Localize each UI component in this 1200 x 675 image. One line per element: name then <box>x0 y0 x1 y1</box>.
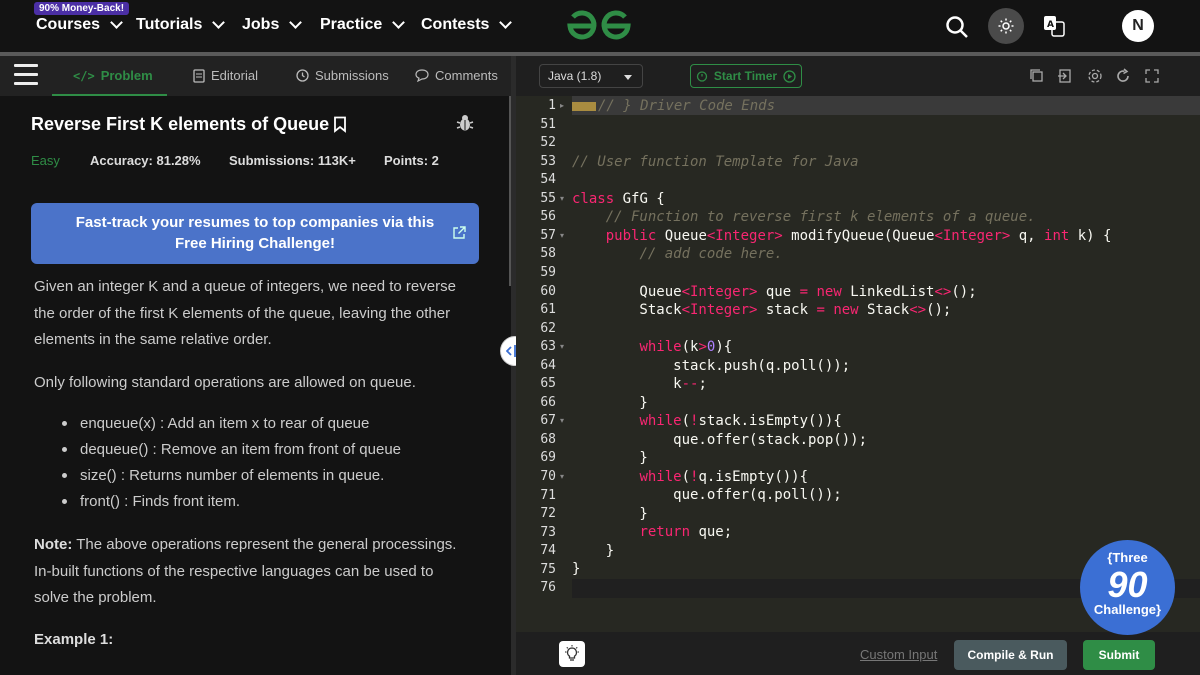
chevron-down-icon <box>499 15 513 29</box>
settings-icon[interactable] <box>1087 68 1103 84</box>
stopwatch-icon <box>696 71 708 82</box>
svg-text:A: A <box>1047 20 1054 30</box>
import-file-icon[interactable] <box>1057 68 1073 84</box>
line-number: 58 <box>540 246 556 262</box>
hint-button[interactable] <box>559 641 585 667</box>
chevron-down-icon <box>289 15 303 29</box>
top-navbar: 90% Money-Back! Courses Tutorials Jobs P… <box>0 0 1200 52</box>
fold-arrow-icon[interactable]: ▾ <box>560 416 564 425</box>
line-number: 75 <box>540 561 556 577</box>
clock-icon <box>296 69 309 82</box>
nav-jobs[interactable]: Jobs <box>242 15 303 34</box>
tab-submissions[interactable]: Submissions <box>296 68 389 83</box>
nav-tutorials[interactable]: Tutorials <box>136 15 226 34</box>
line-number: 71 <box>540 487 556 503</box>
line-number: 74 <box>540 543 556 559</box>
problem-title: Reverse First K elements of Queue <box>31 114 347 135</box>
language-select[interactable]: Java (1.8) <box>539 64 643 88</box>
bug-report-icon[interactable] <box>456 114 474 132</box>
problem-panel: </> Problem Editorial Submissions Comment… <box>0 56 511 675</box>
line-number: 65 <box>540 376 556 392</box>
list-item: dequeue() : Remove an item from front of… <box>62 441 401 458</box>
fold-arrow-icon[interactable]: ▾ <box>560 194 564 203</box>
search-icon[interactable] <box>944 14 970 40</box>
list-item: front() : Finds front item. <box>62 493 240 510</box>
chevron-down-icon <box>212 15 226 29</box>
line-number: 57 <box>540 227 556 243</box>
compile-run-button[interactable]: Compile & Run <box>954 640 1067 670</box>
fold-arrow-icon[interactable]: ▾ <box>560 472 564 481</box>
start-timer-button[interactable]: Start Timer <box>690 64 802 88</box>
line-number: 67 <box>540 413 556 429</box>
line-number: 70 <box>540 469 556 484</box>
chevron-down-icon <box>392 15 406 29</box>
list-item: size() : Returns number of elements in q… <box>62 467 384 484</box>
chevron-down-icon <box>110 15 123 29</box>
operations-intro: Only following standard operations are a… <box>34 374 416 391</box>
menu-icon[interactable] <box>14 64 38 86</box>
line-number: 54 <box>540 172 556 188</box>
reset-icon[interactable] <box>1115 68 1131 84</box>
points-label: Points: 2 <box>384 153 439 168</box>
submit-button[interactable]: Submit <box>1083 640 1155 670</box>
accuracy-label: Accuracy: 81.28% <box>90 153 201 168</box>
line-number: 76 <box>540 580 556 596</box>
line-number: 53 <box>540 153 556 169</box>
copy-icon[interactable] <box>1029 68 1045 84</box>
note-paragraph: Note: The above operations represent the… <box>34 536 457 606</box>
hiring-challenge-banner[interactable]: Fast-track your resumes to top companies… <box>31 203 479 264</box>
submissions-count: Submissions: 113K+ <box>229 153 356 168</box>
line-number: 64 <box>540 357 556 373</box>
line-number: 73 <box>540 524 556 540</box>
line-number: 60 <box>540 283 556 299</box>
line-number: 68 <box>540 431 556 447</box>
caret-down-icon <box>624 75 632 80</box>
tab-problem[interactable]: </> Problem <box>73 68 153 83</box>
gfg-logo[interactable] <box>566 8 632 44</box>
problem-description: Given an integer K and a queue of intege… <box>34 278 456 348</box>
nav-contests[interactable]: Contests <box>421 15 513 34</box>
money-back-badge: 90% Money-Back! <box>34 2 130 15</box>
example-heading: Example 1: <box>34 631 114 648</box>
theme-toggle-button[interactable] <box>988 8 1024 44</box>
custom-input-link[interactable]: Custom Input <box>860 647 937 662</box>
active-tab-indicator <box>52 94 167 96</box>
lightbulb-icon <box>565 645 579 661</box>
fold-arrow-icon[interactable]: ▾ <box>560 231 564 240</box>
line-number: 1 <box>548 98 556 113</box>
line-number: 55 <box>540 190 556 206</box>
line-number: 51 <box>540 116 556 132</box>
line-number: 61 <box>540 302 556 318</box>
tab-comments[interactable]: Comments <box>415 68 498 83</box>
problem-tabs: </> Problem Editorial Submissions Comment… <box>0 56 511 96</box>
line-number: 69 <box>540 450 556 466</box>
line-number: 66 <box>540 394 556 410</box>
line-number: 59 <box>540 264 556 280</box>
play-icon <box>783 69 796 83</box>
tab-editorial[interactable]: Editorial <box>193 68 258 83</box>
fullscreen-icon[interactable] <box>1144 68 1160 84</box>
translate-icon[interactable]: A <box>1042 14 1066 38</box>
list-item: enqueue(x) : Add an item x to rear of qu… <box>62 415 369 432</box>
line-number: 56 <box>540 209 556 225</box>
user-avatar[interactable]: N <box>1122 10 1154 42</box>
line-number: 72 <box>540 506 556 522</box>
three-90-challenge-badge[interactable]: {Three 90 Challenge} <box>1080 540 1175 635</box>
editor-toolbar: Java (1.8) Start Timer <box>516 56 1200 96</box>
external-link-icon <box>453 226 466 239</box>
line-number: 63 <box>540 339 556 355</box>
sun-icon <box>998 18 1014 34</box>
fold-arrow-icon[interactable]: ▾ <box>560 342 564 351</box>
nav-courses[interactable]: Courses <box>36 15 123 34</box>
code-icon: </> <box>73 68 95 83</box>
bookmark-icon[interactable] <box>333 116 347 133</box>
comment-icon <box>415 69 429 82</box>
fold-arrow-icon[interactable]: ▸ <box>560 101 564 110</box>
line-number: 62 <box>540 320 556 336</box>
document-icon <box>193 68 205 83</box>
nav-practice[interactable]: Practice <box>320 15 406 34</box>
line-number: 52 <box>540 135 556 151</box>
difficulty-label: Easy <box>31 153 60 168</box>
